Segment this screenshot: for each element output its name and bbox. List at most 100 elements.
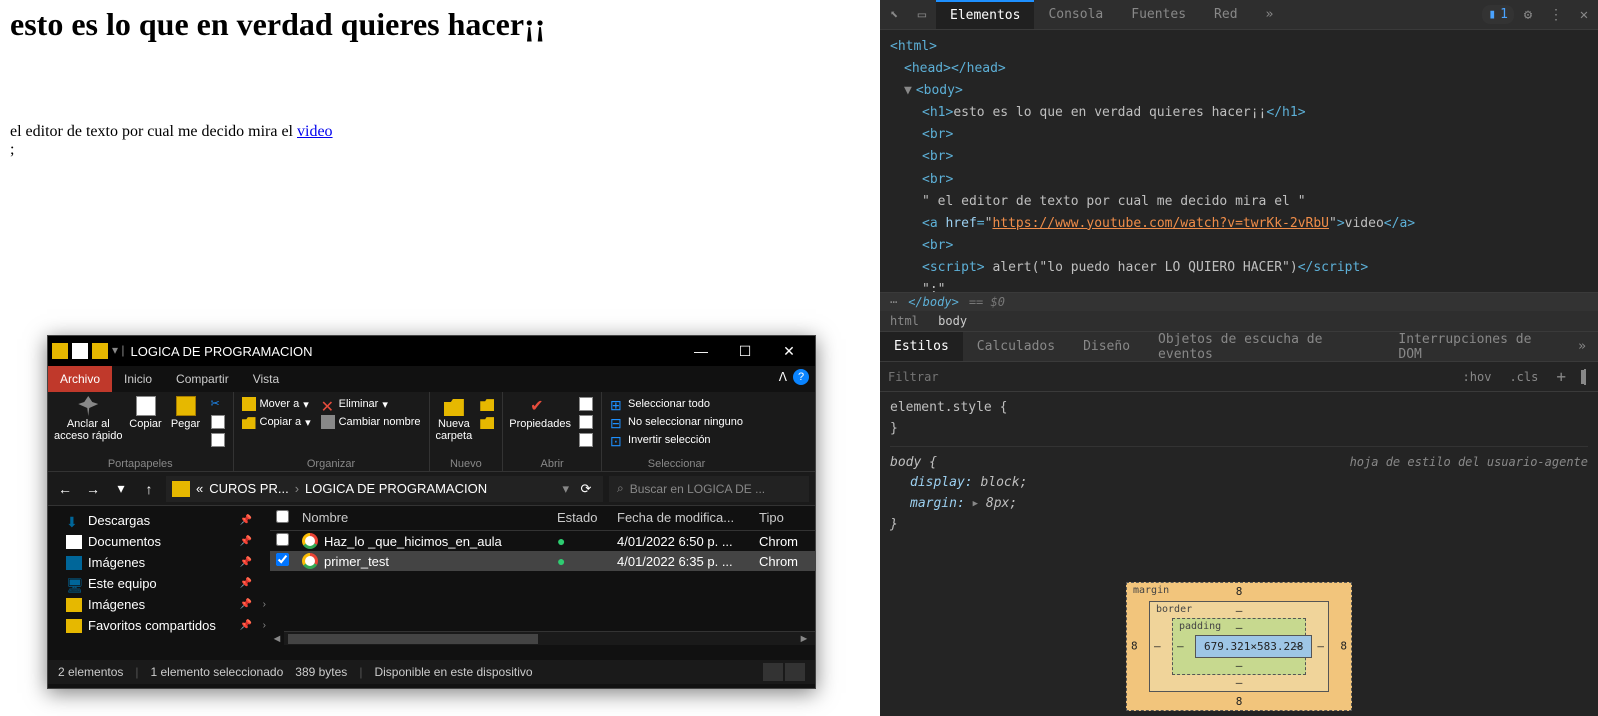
propiedades-button[interactable]: ✔Propiedades	[509, 396, 571, 430]
cambiar-nombre-button[interactable]: Cambiar nombre	[319, 414, 423, 430]
edit-button[interactable]	[577, 414, 595, 430]
copy-icon	[136, 396, 156, 416]
col-estado[interactable]: Estado	[557, 510, 617, 526]
open-button[interactable]	[577, 396, 595, 412]
tab-more[interactable]: »	[1252, 0, 1288, 29]
styles-filter-input[interactable]	[888, 370, 1449, 384]
video-link[interactable]: video	[297, 123, 333, 140]
settings-icon[interactable]: ⚙	[1514, 7, 1542, 23]
paste-shortcut-button[interactable]	[209, 432, 227, 448]
breadcrumb-item[interactable]: LOGICA DE PROGRAMACION	[305, 481, 487, 496]
file-name: Haz_lo _que_hicimos_en_aula	[324, 534, 502, 549]
tab-red[interactable]: Red	[1200, 0, 1251, 29]
pegar-button[interactable]: Pegar	[169, 396, 203, 430]
crumb-body[interactable]: body	[938, 314, 967, 328]
move-icon	[242, 397, 256, 411]
close-button[interactable]: ✕	[767, 336, 811, 366]
sidebar-item[interactable]: 🖥Este equipo📌	[48, 573, 270, 594]
subtab-more[interactable]: »	[1566, 339, 1598, 354]
no-seleccionar-button[interactable]: ⊟No seleccionar ninguno	[608, 414, 745, 430]
hov-toggle[interactable]: :hov	[1459, 368, 1496, 386]
invertir-button[interactable]: ⊡Invertir selección	[608, 432, 745, 448]
crumb-html[interactable]: html	[890, 314, 919, 328]
titlebar[interactable]: ✔ ▾ | LOGICA DE PROGRAMACION — ☐ ✕	[48, 336, 815, 366]
copy-path-button[interactable]	[209, 414, 227, 430]
box-model[interactable]: margin 8 8 8 8 border – – – – padding – …	[1126, 582, 1352, 711]
forward-button[interactable]: →	[82, 478, 104, 500]
subtab-dom[interactable]: Interrupciones de DOM	[1384, 332, 1566, 361]
tab-inicio[interactable]: Inicio	[112, 366, 164, 392]
file-row[interactable]: Haz_lo _que_hicimos_en_aula●4/01/2022 6:…	[270, 531, 815, 551]
pin-icon	[78, 396, 98, 416]
copiar-button[interactable]: Copiar	[129, 396, 163, 430]
row-checkbox[interactable]	[276, 553, 302, 569]
subtab-calculados[interactable]: Calculados	[963, 332, 1069, 361]
nueva-carpeta-button[interactable]: Nueva carpeta	[436, 396, 473, 442]
seleccionar-todo-button[interactable]: ⊞Seleccionar todo	[608, 396, 745, 412]
styles-panel[interactable]: element.style { } hoja de estilo del usu…	[880, 392, 1598, 542]
tab-archivo[interactable]: Archivo	[48, 366, 112, 392]
col-nombre[interactable]: Nombre	[302, 510, 557, 526]
subtab-estilos[interactable]: Estilos	[880, 332, 963, 361]
easy-access-button[interactable]	[478, 414, 496, 430]
view-large-button[interactable]	[785, 663, 805, 681]
minimize-button[interactable]: —	[679, 336, 723, 366]
back-button[interactable]: ←	[54, 478, 76, 500]
scroll-left-icon[interactable]: ◄	[270, 632, 284, 646]
sidebar-item[interactable]: Imágenes📌	[48, 552, 270, 573]
scroll-right-icon[interactable]: ►	[797, 632, 811, 646]
cls-toggle[interactable]: .cls	[1505, 368, 1542, 386]
issues-badge[interactable]: ▮1	[1482, 5, 1514, 24]
up-button[interactable]: ↑	[138, 478, 160, 500]
inspect-element-icon[interactable]: ⬉	[880, 7, 908, 23]
subtab-diseno[interactable]: Diseño	[1069, 332, 1144, 361]
breadcrumb-overflow[interactable]: «	[196, 481, 203, 496]
horizontal-scrollbar[interactable]: ◄ ►	[284, 631, 815, 645]
ellipsis-icon[interactable]: ⋯	[890, 295, 898, 309]
breadcrumb-item[interactable]: CUROS PR...	[209, 481, 288, 496]
file-list-header: Nombre Estado Fecha de modifica... Tipo	[270, 506, 815, 531]
view-details-button[interactable]	[763, 663, 783, 681]
sidebar-item[interactable]: Imágenes📌›	[48, 594, 270, 615]
file-type: Chrom	[759, 554, 809, 569]
eliminar-button[interactable]: ✕Eliminar ▾	[319, 396, 423, 412]
anclar-button[interactable]: Anclar al acceso rápido	[54, 396, 123, 442]
scrollbar-thumb[interactable]	[288, 634, 538, 644]
tab-compartir[interactable]: Compartir	[164, 366, 241, 392]
history-button[interactable]	[577, 432, 595, 448]
help-icon[interactable]: ?	[793, 369, 809, 385]
row-checkbox[interactable]	[276, 533, 302, 549]
sidebar-item[interactable]: Documentos📌	[48, 531, 270, 552]
header-checkbox[interactable]	[276, 510, 302, 526]
sidebar-item[interactable]: Favoritos compartidos📌›	[48, 615, 270, 636]
close-devtools-icon[interactable]: ✕	[1570, 7, 1598, 23]
file-date: 4/01/2022 6:35 p. ...	[617, 554, 759, 569]
computed-panel-toggle[interactable]	[1580, 368, 1590, 386]
subtab-eventos[interactable]: Objetos de escucha de eventos	[1144, 332, 1384, 361]
tab-elementos[interactable]: Elementos	[936, 0, 1034, 29]
new-style-rule-button[interactable]: +	[1552, 365, 1570, 388]
maximize-button[interactable]: ☐	[723, 336, 767, 366]
device-toolbar-icon[interactable]: ▭	[908, 7, 936, 23]
breadcrumb[interactable]: « CUROS PR... › LOGICA DE PROGRAMACION ▾…	[166, 476, 603, 502]
search-box[interactable]: ⌕ Buscar en LOGICA DE ...	[609, 476, 809, 502]
new-item-button[interactable]	[478, 396, 496, 412]
mover-a-button[interactable]: Mover a ▾	[240, 396, 313, 412]
folder-icon	[480, 397, 494, 411]
breadcrumb-dropdown-icon[interactable]: ▾	[562, 481, 569, 497]
copiar-a-button[interactable]: Copiar a ▾	[240, 414, 313, 430]
cut-button[interactable]: ✂	[209, 396, 227, 412]
refresh-button[interactable]: ⟳	[575, 478, 597, 500]
recent-button[interactable]: ▾	[110, 478, 132, 500]
tab-consola[interactable]: Consola	[1034, 0, 1117, 29]
tab-fuentes[interactable]: Fuentes	[1117, 0, 1200, 29]
sidebar-item[interactable]: ⬇Descargas📌	[48, 510, 270, 531]
tab-vista[interactable]: Vista	[241, 366, 291, 392]
col-fecha[interactable]: Fecha de modifica...	[617, 510, 759, 526]
more-icon[interactable]: ⋮	[1542, 7, 1570, 23]
expand-icon[interactable]: ▶	[973, 497, 978, 511]
elements-tree[interactable]: <html> <head></head> ▼<body> <h1>esto es…	[880, 30, 1598, 292]
col-tipo[interactable]: Tipo	[759, 510, 809, 526]
ribbon-collapse-icon[interactable]: ᐱ	[779, 370, 787, 384]
file-row[interactable]: primer_test●4/01/2022 6:35 p. ...Chrom	[270, 551, 815, 571]
